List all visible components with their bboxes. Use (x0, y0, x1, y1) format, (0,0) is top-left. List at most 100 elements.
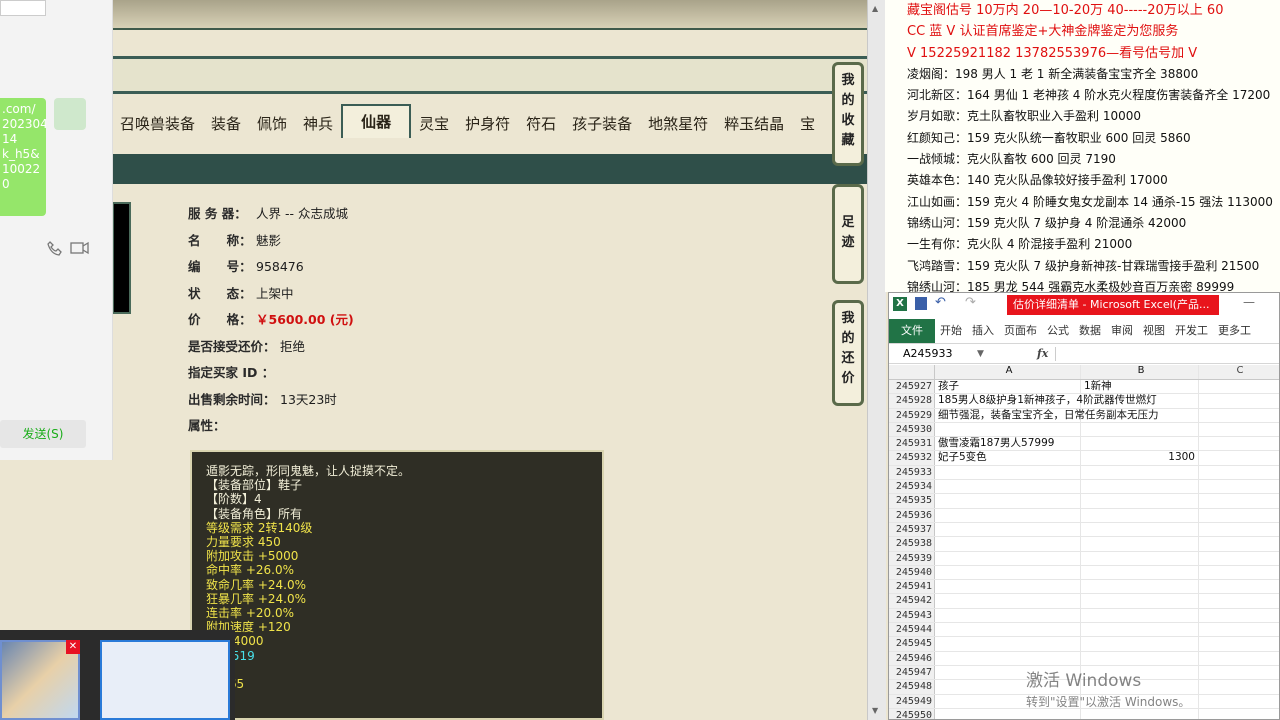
row-number[interactable]: 245927 (889, 380, 935, 394)
ribbon-tab-8[interactable]: 开发工 (1170, 319, 1213, 343)
column-header[interactable]: A (935, 365, 1081, 379)
row-number[interactable]: 245931 (889, 437, 935, 451)
cell-b[interactable] (1081, 565, 1199, 580)
cell-a[interactable] (935, 537, 1081, 551)
cell-a[interactable] (935, 522, 1081, 537)
row-number[interactable]: 245949 (889, 694, 935, 708)
cell-a[interactable] (935, 465, 1081, 480)
ribbon-tab-3[interactable]: 页面布 (999, 319, 1042, 343)
cell-a[interactable] (935, 422, 1081, 437)
cell-b[interactable] (1081, 437, 1199, 451)
row-number[interactable]: 245940 (889, 565, 935, 580)
row-number[interactable]: 245933 (889, 465, 935, 480)
tab-6[interactable]: 护身符 (457, 110, 518, 138)
row-number[interactable]: 245946 (889, 651, 935, 665)
cell-a[interactable] (935, 651, 1081, 665)
save-icon[interactable] (915, 297, 927, 310)
cell-a[interactable] (935, 637, 1081, 651)
ribbon-tab-7[interactable]: 视图 (1138, 319, 1170, 343)
chevron-down-icon[interactable]: ▼ (977, 345, 984, 363)
cell-a[interactable] (935, 480, 1081, 494)
chat-bubble[interactable]: .com/202304 14 k_h5& 10022 0 (0, 98, 46, 216)
cell-c[interactable] (1199, 380, 1279, 393)
undo-icon[interactable]: ↶ (935, 295, 946, 310)
cell-b[interactable] (1081, 494, 1199, 508)
ribbon-tab-4[interactable]: 公式 (1042, 319, 1074, 343)
cell-c[interactable] (1199, 609, 1279, 622)
cell-b[interactable] (1081, 580, 1199, 594)
cell-b[interactable] (1081, 508, 1199, 522)
cell-a[interactable]: 孩子 (935, 380, 1081, 394)
close-icon[interactable]: ✕ (66, 640, 80, 654)
column-header[interactable]: B (1081, 365, 1199, 379)
row-number[interactable]: 245932 (889, 451, 935, 465)
cell-c[interactable] (1199, 552, 1279, 565)
cell-a[interactable] (935, 551, 1081, 565)
tab-1[interactable]: 装备 (203, 110, 249, 138)
cell-a[interactable] (935, 623, 1081, 637)
corner-cell[interactable] (889, 365, 935, 379)
name-box[interactable]: A245933 (903, 345, 953, 363)
row-number[interactable]: 245943 (889, 608, 935, 623)
cell-c[interactable] (1199, 451, 1279, 464)
row-number[interactable]: 245936 (889, 508, 935, 522)
cell-a[interactable] (935, 708, 1081, 719)
cell-c[interactable] (1199, 466, 1279, 479)
cell-a[interactable]: 细节强混，装备宝宝齐全，日常任务副本无压力 (935, 408, 1159, 422)
tab-7[interactable]: 符石 (518, 110, 564, 138)
scroll-up-icon[interactable]: ▲ (872, 4, 878, 13)
my-counteroffer-button[interactable]: 我的还价 (832, 300, 864, 406)
cell-b[interactable] (1081, 623, 1199, 637)
cell-c[interactable] (1199, 437, 1279, 450)
cell-c[interactable] (1199, 680, 1279, 693)
cell-b[interactable] (1081, 594, 1199, 608)
video-call-icon[interactable] (70, 240, 90, 256)
cell-a[interactable] (935, 565, 1081, 580)
cell-a[interactable]: 185男人8级护身1新神孩子，4阶武器传世燃灯 (935, 394, 1157, 408)
cell-c[interactable] (1199, 523, 1279, 536)
cell-c[interactable] (1199, 709, 1279, 719)
tab-0[interactable]: 召唤兽装备 (112, 110, 203, 138)
row-number[interactable]: 245948 (889, 680, 935, 694)
cell-b[interactable] (1081, 522, 1199, 537)
avatar[interactable] (54, 98, 86, 130)
cell-b[interactable] (1081, 637, 1199, 651)
row-number[interactable]: 245938 (889, 537, 935, 551)
row-number[interactable]: 245945 (889, 637, 935, 651)
redo-icon[interactable]: ↷ (965, 295, 976, 310)
tab-10[interactable]: 粹玉结晶 (716, 110, 792, 138)
cell-b[interactable] (1081, 480, 1199, 494)
ribbon-tab-9[interactable]: 更多工 (1213, 319, 1256, 343)
cell-a[interactable] (935, 580, 1081, 594)
row-number[interactable]: 245930 (889, 422, 935, 437)
row-number[interactable]: 245928 (889, 394, 935, 408)
send-button[interactable]: 发送(S) (0, 420, 86, 448)
cell-b[interactable] (1081, 422, 1199, 437)
row-number[interactable]: 245939 (889, 551, 935, 565)
cell-c[interactable] (1199, 409, 1279, 422)
cell-c[interactable] (1199, 537, 1279, 550)
cell-b[interactable] (1081, 408, 1199, 422)
ribbon-tab-6[interactable]: 审阅 (1106, 319, 1138, 343)
vertical-scrollbar[interactable]: ▲ ▼ (867, 0, 886, 720)
cell-b[interactable] (1081, 537, 1199, 551)
minimize-icon[interactable]: — (1243, 295, 1255, 309)
cell-c[interactable] (1199, 480, 1279, 493)
ribbon-tab-0[interactable]: 文件 (889, 319, 935, 343)
cell-c[interactable] (1199, 423, 1279, 436)
scroll-down-icon[interactable]: ▼ (872, 706, 878, 715)
row-number[interactable]: 245944 (889, 623, 935, 637)
cell-b[interactable] (1081, 551, 1199, 565)
cell-c[interactable] (1199, 637, 1279, 650)
row-number[interactable]: 245947 (889, 665, 935, 680)
cell-b[interactable]: 1300 (1081, 451, 1199, 465)
cell-b[interactable] (1081, 465, 1199, 480)
column-header[interactable]: C (1199, 365, 1279, 379)
row-number[interactable]: 245934 (889, 480, 935, 494)
row-number[interactable]: 245942 (889, 594, 935, 608)
cell-a[interactable] (935, 594, 1081, 608)
tab-8[interactable]: 孩子装备 (564, 110, 640, 138)
cell-c[interactable] (1199, 695, 1279, 708)
cell-c[interactable] (1199, 494, 1279, 507)
cell-a[interactable]: 妃子5变色 (935, 451, 1081, 465)
